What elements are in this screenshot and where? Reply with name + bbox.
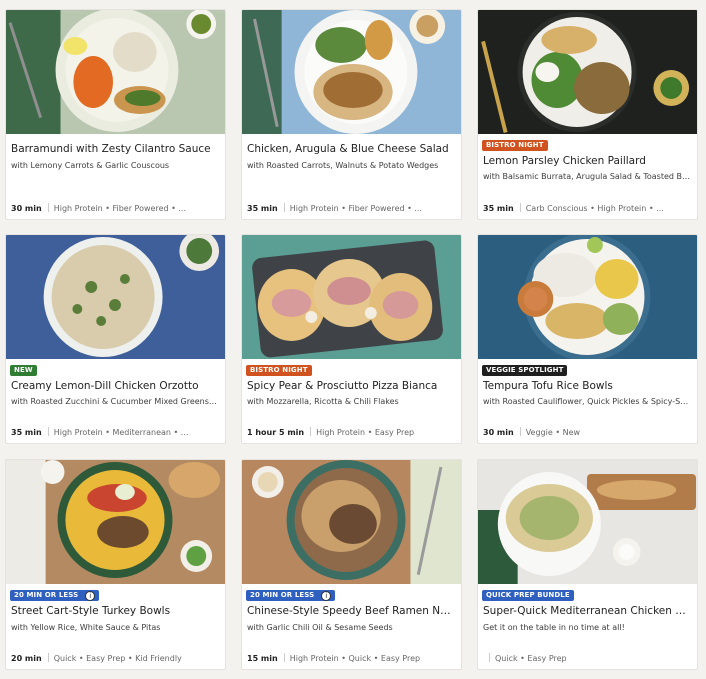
recipe-meta: 35 min Carb Conscious • High Protein • ..… xyxy=(483,203,691,213)
recipe-time: 35 min xyxy=(247,204,278,213)
meta-divider xyxy=(283,653,285,662)
recipe-badge-label: 20 MIN OR LESS xyxy=(14,591,79,599)
recipe-title[interactable]: Spicy Pear & Prosciutto Pizza Bianca xyxy=(247,380,455,392)
recipe-badge: QUICK PREP BUNDLE xyxy=(482,590,574,601)
recipe-title[interactable]: Barramundi with Zesty Cilantro Sauce xyxy=(11,143,219,155)
recipe-badge-label: 20 MIN OR LESS xyxy=(250,591,315,599)
recipe-title[interactable]: Chinese-Style Speedy Beef Ramen Noo... xyxy=(247,605,455,617)
recipe-time: 20 min xyxy=(11,654,42,663)
recipe-card[interactable]: BISTRO NIGHT Spicy Pear & Prosciutto Piz… xyxy=(241,234,462,444)
meta-divider xyxy=(47,203,49,212)
recipe-subtitle: with Mozzarella, Ricotta & Chili Flakes xyxy=(247,397,399,406)
recipe-time: 30 min xyxy=(11,204,42,213)
recipe-title[interactable]: Lemon Parsley Chicken Paillard xyxy=(483,155,691,167)
recipe-subtitle: with Balsamic Burrata, Arugula Salad & T… xyxy=(483,172,691,181)
recipe-tags: Quick • Easy Prep xyxy=(495,654,567,663)
meta-divider xyxy=(47,653,49,662)
meta-divider xyxy=(489,653,490,662)
recipe-title[interactable]: Chicken, Arugula & Blue Cheese Salad xyxy=(247,143,455,155)
info-icon[interactable]: i xyxy=(321,590,332,601)
recipe-image[interactable] xyxy=(242,235,461,359)
recipe-badge: NEW xyxy=(10,365,37,376)
recipe-badge: 20 MIN OR LESS i xyxy=(246,590,336,601)
recipe-title[interactable]: Tempura Tofu Rice Bowls xyxy=(483,380,691,392)
recipe-time: 35 min xyxy=(483,204,514,213)
recipe-card[interactable]: NEW Creamy Lemon-Dill Chicken Orzotto wi… xyxy=(5,234,226,444)
recipe-badge: BISTRO NIGHT xyxy=(482,140,548,151)
recipe-image[interactable] xyxy=(242,10,461,134)
recipe-time: 30 min xyxy=(483,428,514,437)
recipe-image[interactable] xyxy=(478,235,697,359)
recipe-image[interactable] xyxy=(478,460,697,584)
recipe-meta: 30 min High Protein • Fiber Powered • ... xyxy=(11,203,219,213)
recipe-subtitle: with Lemony Carrots & Garlic Couscous xyxy=(11,161,170,170)
meta-divider xyxy=(47,427,49,436)
recipe-image[interactable] xyxy=(6,460,225,584)
recipe-image[interactable] xyxy=(478,10,697,134)
recipe-subtitle: with Roasted Zucchini & Cucumber Mixed G… xyxy=(11,397,219,406)
recipe-meta: 1 hour 5 min High Protein • Easy Prep xyxy=(247,427,455,437)
recipe-subtitle: Get it on the table in no time at all! xyxy=(483,623,625,632)
recipe-badge: 20 MIN OR LESS i xyxy=(10,590,100,601)
info-icon[interactable]: i xyxy=(85,590,96,601)
recipe-image[interactable] xyxy=(6,235,225,359)
recipe-badge: BISTRO NIGHT xyxy=(246,365,312,376)
recipe-card[interactable]: Chicken, Arugula & Blue Cheese Salad wit… xyxy=(241,9,462,220)
recipe-card[interactable]: BISTRO NIGHT Lemon Parsley Chicken Paill… xyxy=(477,9,698,220)
recipe-time: 1 hour 5 min xyxy=(247,428,305,437)
meta-divider xyxy=(283,203,285,212)
recipe-card[interactable]: Barramundi with Zesty Cilantro Sauce wit… xyxy=(5,9,226,220)
recipe-title[interactable]: Super-Quick Mediterranean Chicken Sal... xyxy=(483,605,691,617)
meta-divider xyxy=(310,427,312,436)
recipe-meta: 15 min High Protein • Quick • Easy Prep xyxy=(247,653,455,663)
recipe-title[interactable]: Street Cart-Style Turkey Bowls xyxy=(11,605,219,617)
recipe-tags: High Protein • Quick • Easy Prep xyxy=(289,654,421,663)
recipe-time: 15 min xyxy=(247,654,278,663)
recipe-meta: 35 min High Protein • Fiber Powered • ... xyxy=(247,203,455,213)
recipe-tags: High Protein • Easy Prep xyxy=(316,428,415,437)
recipe-tags: High Protein • Mediterranean • ... xyxy=(53,428,189,437)
recipe-card[interactable]: 20 MIN OR LESS i Street Cart-Style Turke… xyxy=(5,459,226,670)
recipe-subtitle: with Garlic Chili Oil & Sesame Seeds xyxy=(247,623,393,632)
recipe-subtitle: with Yellow Rice, White Sauce & Pitas xyxy=(11,623,161,632)
recipe-tags: Carb Conscious • High Protein • ... xyxy=(525,204,664,213)
recipe-meta: Quick • Easy Prep xyxy=(483,653,691,663)
recipe-card[interactable]: 20 MIN OR LESS i Chinese-Style Speedy Be… xyxy=(241,459,462,670)
recipe-card[interactable]: QUICK PREP BUNDLE Super-Quick Mediterran… xyxy=(477,459,698,670)
recipe-tags: High Protein • Fiber Powered • ... xyxy=(289,204,422,213)
recipe-tags: Quick • Easy Prep • Kid Friendly xyxy=(53,654,182,663)
recipe-subtitle: with Roasted Cauliflower, Quick Pickles … xyxy=(483,397,691,406)
recipe-tags: High Protein • Fiber Powered • ... xyxy=(53,204,186,213)
meta-divider xyxy=(519,427,521,436)
recipe-grid: Barramundi with Zesty Cilantro Sauce wit… xyxy=(0,0,706,679)
recipe-subtitle: with Roasted Carrots, Walnuts & Potato W… xyxy=(247,161,439,170)
recipe-meta: 20 min Quick • Easy Prep • Kid Friendly xyxy=(11,653,219,663)
recipe-card[interactable]: VEGGIE SPOTLIGHT Tempura Tofu Rice Bowls… xyxy=(477,234,698,444)
recipe-time: 35 min xyxy=(11,428,42,437)
recipe-meta: 35 min High Protein • Mediterranean • ... xyxy=(11,427,219,437)
recipe-title[interactable]: Creamy Lemon-Dill Chicken Orzotto xyxy=(11,380,219,392)
meta-divider xyxy=(519,203,521,212)
recipe-image[interactable] xyxy=(6,10,225,134)
recipe-image[interactable] xyxy=(242,460,461,584)
recipe-tags: Veggie • New xyxy=(525,428,581,437)
recipe-meta: 30 min Veggie • New xyxy=(483,427,691,437)
recipe-badge: VEGGIE SPOTLIGHT xyxy=(482,365,568,376)
